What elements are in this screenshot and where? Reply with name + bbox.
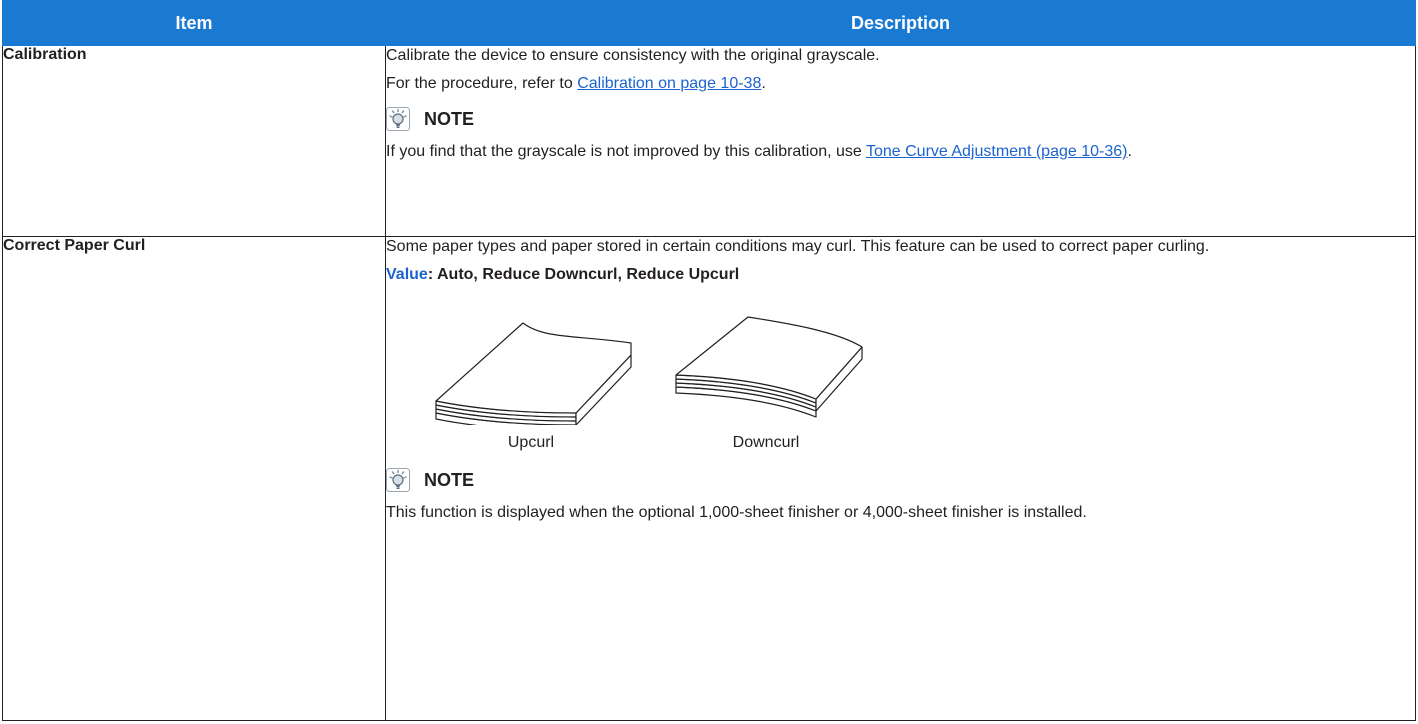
description-column-header: Description (385, 0, 1416, 46)
note-heading: NOTE (386, 106, 1415, 132)
curl-illustrations: Upcurl Downcurl (426, 305, 1415, 453)
note-lightbulb-icon (386, 468, 410, 492)
table-row-calibration: Calibration Calibrate the device to ensu… (2, 45, 1416, 237)
tone-curve-link[interactable]: Tone Curve Adjustment (page 10-36) (866, 143, 1127, 160)
note-lightbulb-icon (386, 107, 410, 131)
value-line: Value: Auto, Reduce Downcurl, Reduce Upc… (386, 265, 1415, 285)
note-label: NOTE (424, 109, 475, 129)
downcurl-figure: Downcurl (666, 305, 866, 453)
item-cell-paper-curl: Correct Paper Curl (2, 236, 386, 721)
note-label: NOTE (424, 470, 475, 490)
item-column-header: Item (2, 0, 386, 46)
calibration-description: Calibrate the device to ensure consisten… (386, 47, 880, 64)
description-cell-paper-curl: Some paper types and paper stored in cer… (385, 236, 1416, 721)
description-cell-calibration: Calibrate the device to ensure consisten… (385, 45, 1416, 237)
table-header-row: Item Description (2, 0, 1416, 46)
value-options: : Auto, Reduce Downcurl, Reduce Upcurl (427, 266, 740, 283)
paper-curl-description: Some paper types and paper stored in cer… (386, 238, 1210, 255)
upcurl-illustration (435, 322, 632, 425)
upcurl-figure: Upcurl (426, 305, 636, 453)
procedure-prefix: For the procedure, refer to (386, 75, 578, 92)
item-cell-calibration: Calibration (2, 45, 386, 237)
downcurl-illustration (675, 316, 863, 418)
note-suffix: . (1127, 143, 1132, 160)
downcurl-caption: Downcurl (732, 434, 800, 451)
note-prefix: If you find that the grayscale is not im… (386, 143, 866, 160)
calibration-procedure-text: For the procedure, refer to Calibration … (386, 74, 1415, 94)
calibration-note-text: If you find that the grayscale is not im… (386, 142, 1415, 162)
note-heading: NOTE (386, 467, 1415, 493)
settings-table: Item Description Calibration Calibrate t… (2, 0, 1416, 721)
procedure-suffix: . (761, 75, 766, 92)
upcurl-caption: Upcurl (507, 434, 555, 451)
value-key: Value (386, 266, 428, 283)
table-row-paper-curl: Correct Paper Curl Some paper types and … (2, 236, 1416, 721)
calibration-page-link[interactable]: Calibration on page 10-38 (577, 75, 761, 92)
paper-curl-note-text: This function is displayed when the opti… (386, 504, 1087, 521)
